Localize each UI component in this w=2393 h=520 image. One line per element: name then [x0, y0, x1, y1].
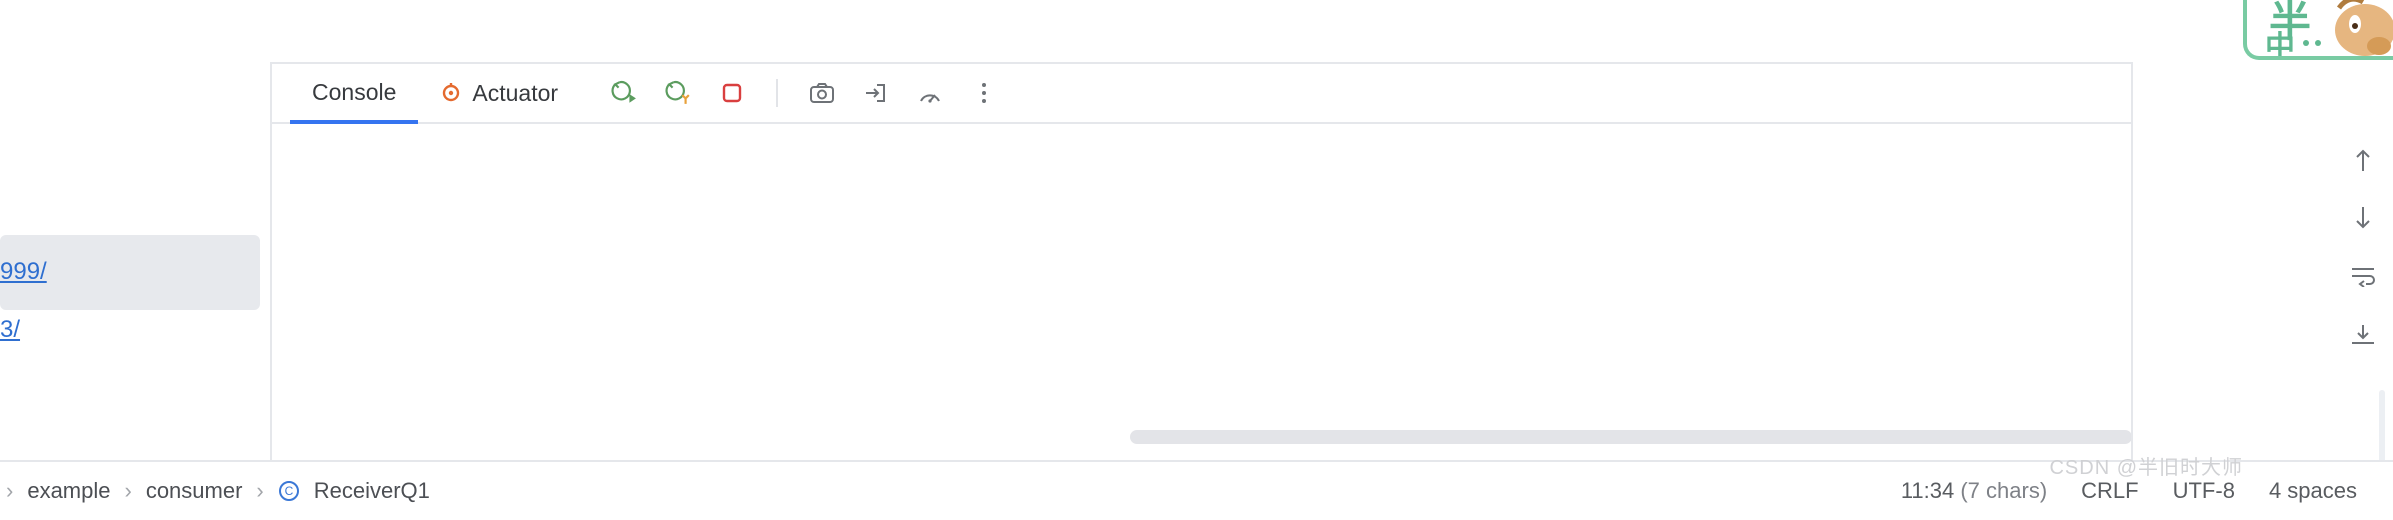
badge-char-2: 中: [2265, 22, 2295, 60]
sidebar-link-1[interactable]: 999/: [0, 258, 47, 286]
class-icon: C: [278, 480, 300, 502]
rerun-failed-button[interactable]: [662, 77, 694, 109]
line-separator[interactable]: CRLF: [2081, 478, 2138, 504]
tab-console[interactable]: Console: [290, 64, 418, 124]
console-gutter: [2333, 140, 2393, 460]
project-tree-sliver: 999/ 3/: [0, 0, 270, 520]
breadcrumb-item[interactable]: example: [27, 478, 110, 504]
exit-button[interactable]: [860, 77, 892, 109]
caret-position[interactable]: 11:34 (7 chars): [1901, 478, 2047, 504]
breadcrumb-item[interactable]: consumer: [146, 478, 243, 504]
breadcrumb-item[interactable]: ReceiverQ1: [314, 478, 430, 504]
corner-badge: 半 中: [2243, 0, 2393, 60]
log-row: ntContainer#2-1] com.example.consumer.Re…: [272, 254, 2131, 268]
sidebar-link-2[interactable]: 3/: [0, 316, 20, 344]
breadcrumbs[interactable]: › example › consumer › C ReceiverQ1: [0, 478, 430, 504]
horizontal-scrollbar[interactable]: [1130, 430, 2131, 444]
stop-button[interactable]: [716, 77, 748, 109]
scroll-to-end-icon[interactable]: [2343, 314, 2383, 354]
console-toolbar: [580, 77, 1000, 109]
scroll-up-icon[interactable]: [2343, 140, 2383, 180]
tab-actuator[interactable]: Actuator: [418, 63, 580, 123]
scroll-down-icon[interactable]: [2343, 198, 2383, 238]
file-encoding[interactable]: UTF-8: [2173, 478, 2235, 504]
tab-console-label: Console: [312, 79, 396, 106]
rerun-button[interactable]: [608, 77, 640, 109]
screenshot-button[interactable]: [806, 77, 838, 109]
chevron-right-icon: ›: [6, 478, 13, 504]
tab-actuator-label: Actuator: [472, 80, 558, 107]
console-output[interactable]: ntContainer#2-1] com.example.consumer.Re…: [272, 124, 2131, 450]
more-button[interactable]: [968, 77, 1000, 109]
toolwindow-tabbar: Console Actuator: [272, 64, 2131, 124]
run-tool-window: Console Actuator: [270, 62, 2133, 460]
soft-wrap-icon[interactable]: [2343, 256, 2383, 296]
profiler-button[interactable]: [914, 77, 946, 109]
chevron-right-icon: ›: [256, 478, 263, 504]
actuator-icon: [440, 82, 462, 104]
toolbar-separator: [776, 79, 778, 107]
indent-settings[interactable]: 4 spaces: [2269, 478, 2357, 504]
mascot-icon: [2319, 0, 2393, 60]
status-bar: › example › consumer › C ReceiverQ1 11:3…: [0, 460, 2393, 520]
chevron-right-icon: ›: [124, 478, 131, 504]
svg-text:C: C: [284, 484, 293, 498]
